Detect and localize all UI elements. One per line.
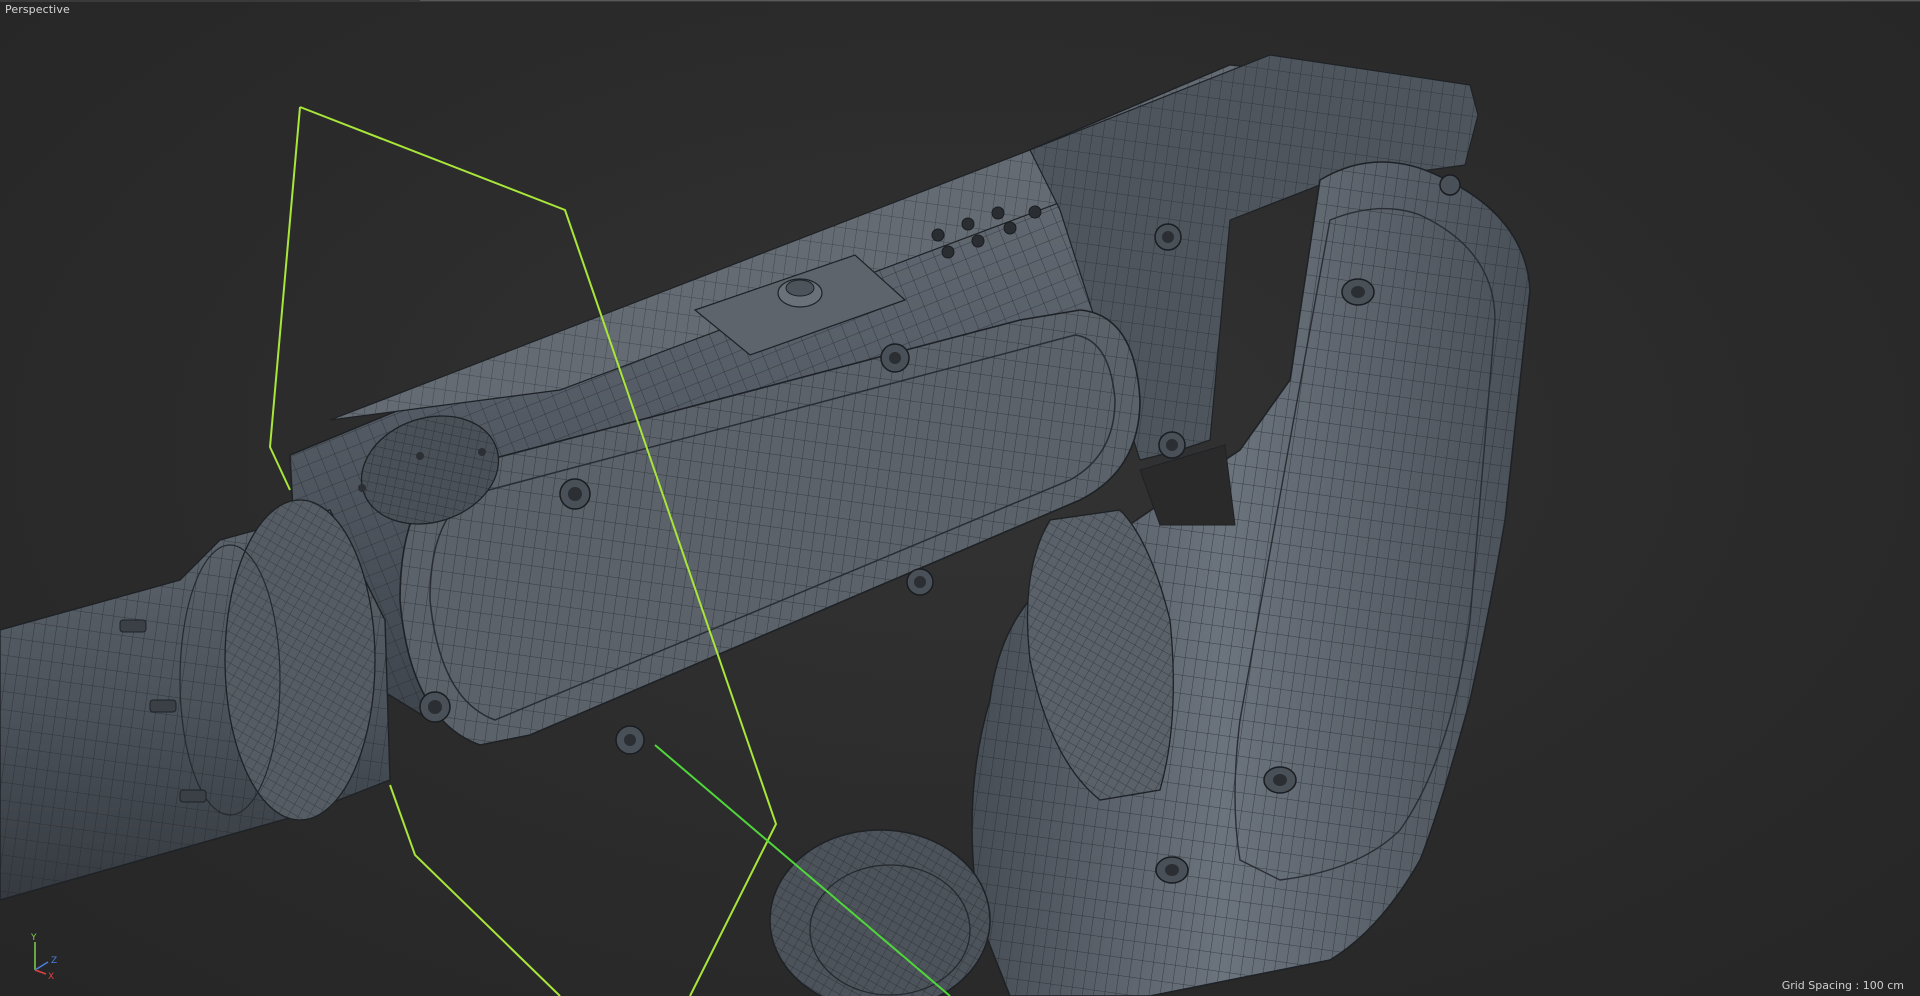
axis-gizmo: Y Z X xyxy=(30,933,57,980)
scene-canvas[interactable] xyxy=(0,0,1920,996)
perspective-viewport[interactable]: Perspective Y Z X Grid Spacing : 100 cm xyxy=(0,0,1920,996)
y-axis-label: Y xyxy=(30,933,37,943)
wrist-cylinder[interactable] xyxy=(0,499,391,901)
z-axis-label: Z xyxy=(51,956,57,966)
x-axis-line xyxy=(34,969,47,975)
z-axis-line xyxy=(34,961,49,971)
x-axis-label: X xyxy=(48,972,54,980)
grid-spacing-readout: Grid Spacing : 100 cm xyxy=(1781,979,1904,992)
lower-joint-disc[interactable] xyxy=(769,829,991,996)
viewport-view-label[interactable]: Perspective xyxy=(5,3,70,16)
